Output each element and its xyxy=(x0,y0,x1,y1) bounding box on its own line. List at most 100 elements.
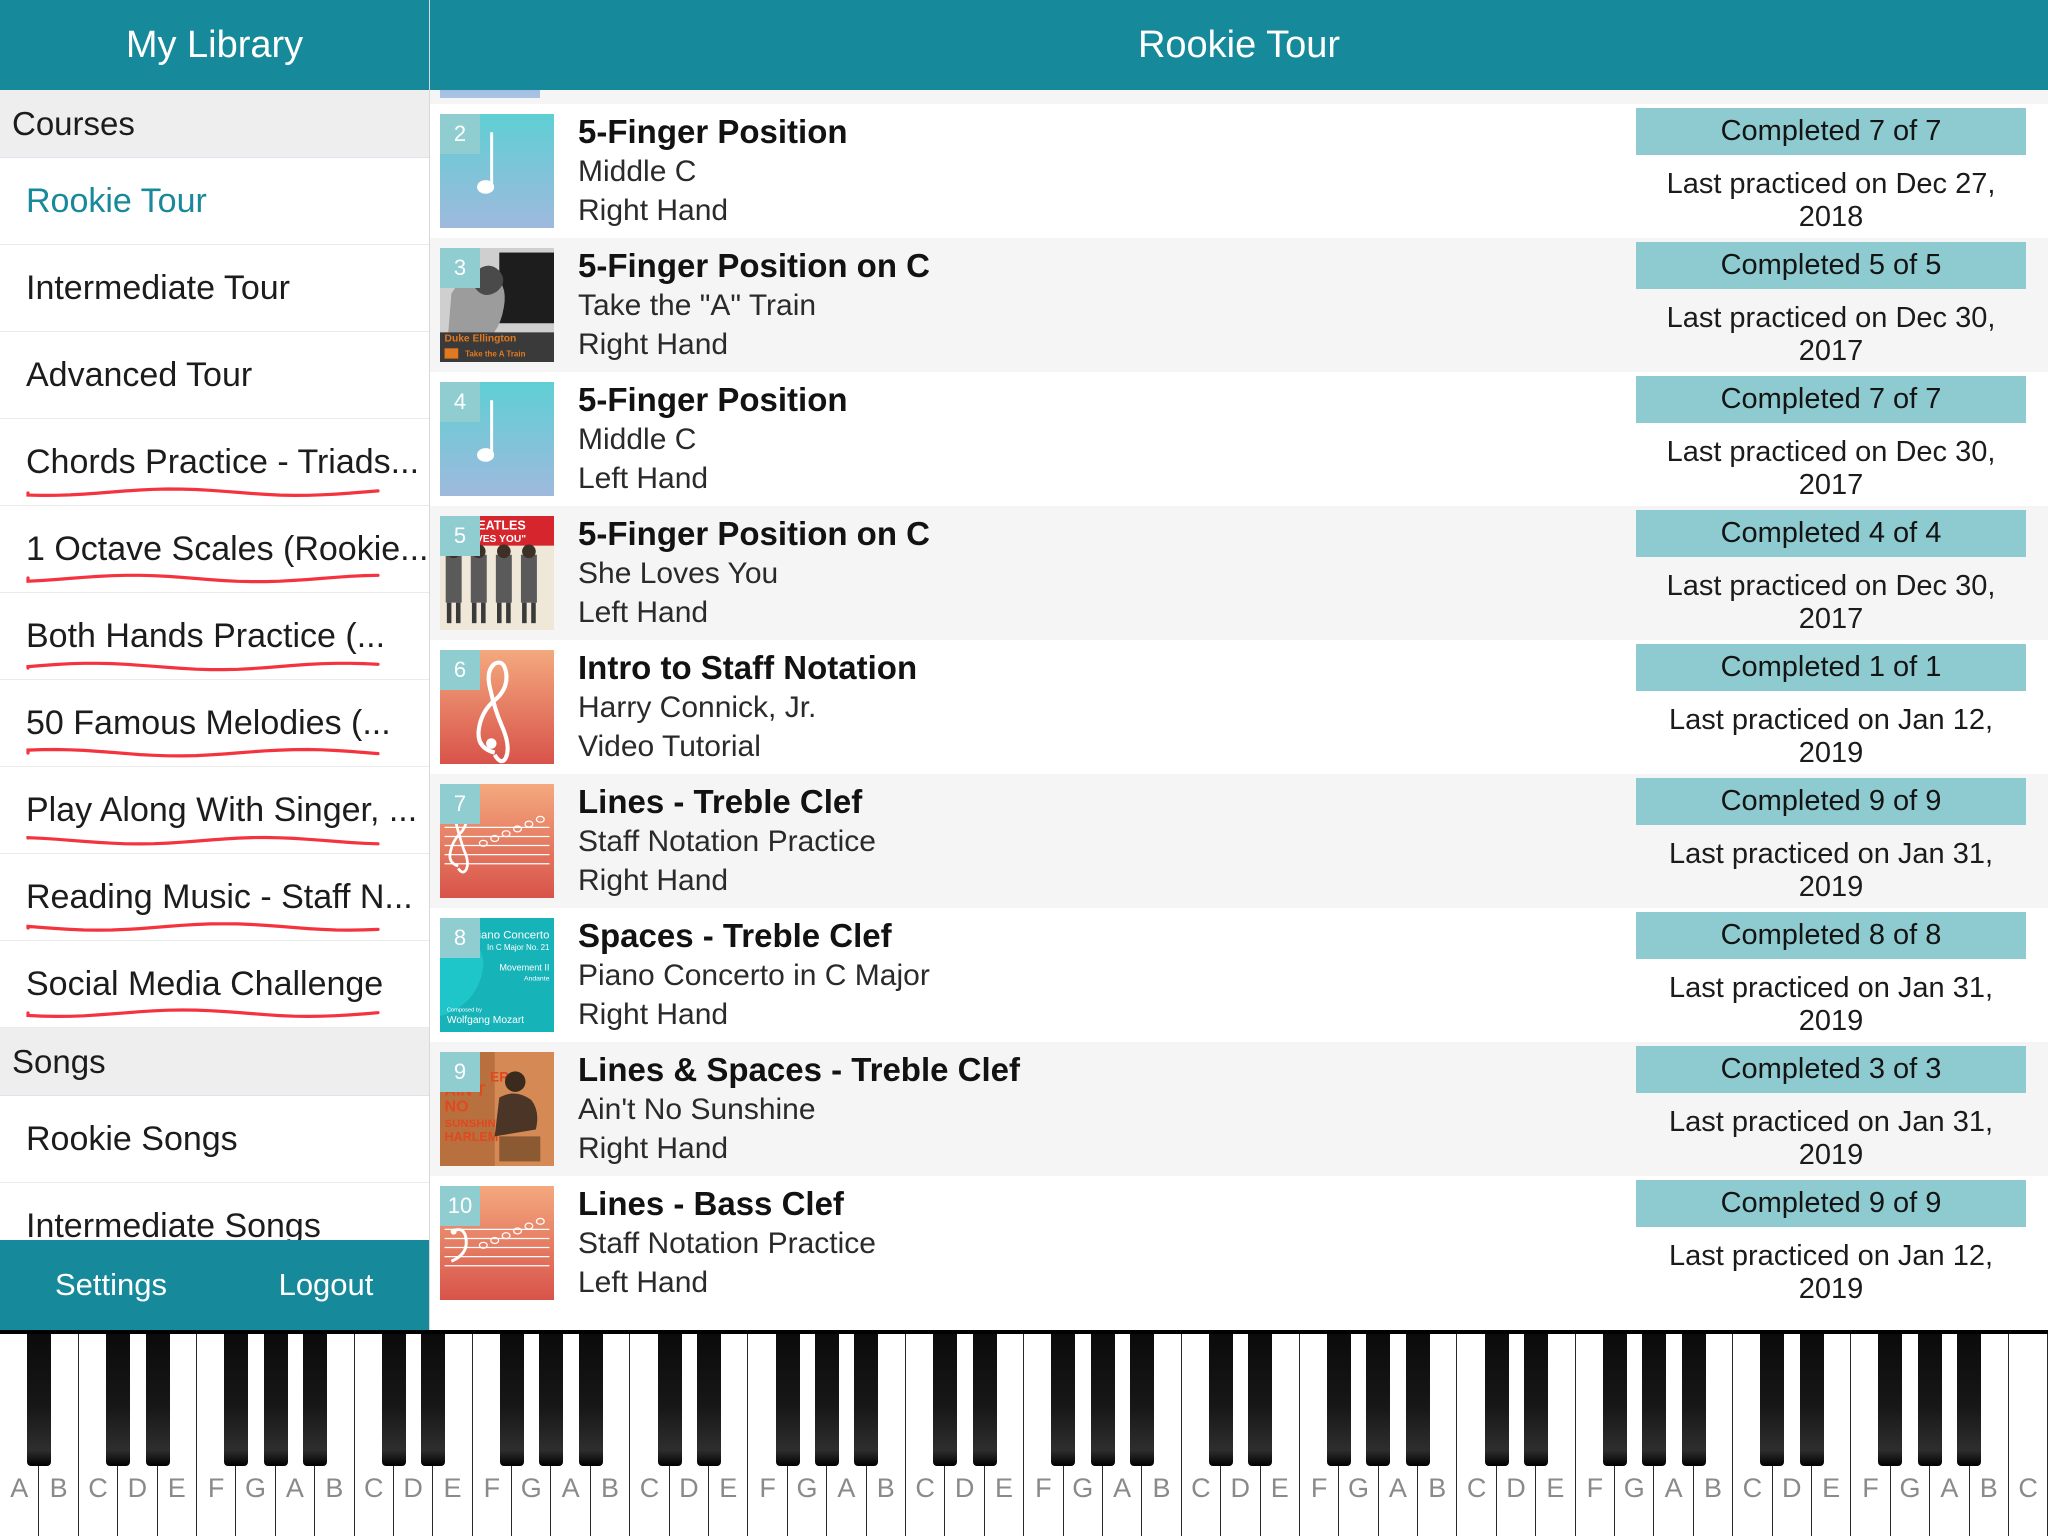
sidebar-item-both-hands-practice[interactable]: Both Hands Practice (... xyxy=(0,593,429,680)
piano-black-key-Gsharp-34[interactable] xyxy=(1366,1334,1391,1466)
last-practiced-label: Last practiced on Jan 31, 2019 xyxy=(1668,1106,1994,1171)
sidebar-item-rookie-songs[interactable]: Rookie Songs xyxy=(0,1096,429,1183)
piano-black-key-Fsharp-33[interactable] xyxy=(1327,1334,1352,1466)
piano-black-key-Gsharp-48[interactable] xyxy=(1917,1334,1942,1466)
logout-button[interactable]: Logout xyxy=(222,1267,429,1303)
lesson-row[interactable]: 6 Intro to Staff Notation Harry Connick, J… xyxy=(430,640,2048,774)
piano-black-key-Fsharp-26[interactable] xyxy=(1051,1334,1076,1466)
sidebar-header: My Library xyxy=(0,0,429,90)
piano-key-label: A xyxy=(285,1473,304,1503)
sidebar-item-label: Reading Music - Staff N... xyxy=(26,877,413,916)
piano-black-key-Asharp-7[interactable] xyxy=(303,1334,328,1466)
piano-black-key-Fsharp-5[interactable] xyxy=(224,1334,249,1466)
piano-key-label: F xyxy=(1035,1473,1052,1503)
lesson-row[interactable]: 2 5-Finger Position Middle C Right Hand Comp… xyxy=(430,104,2048,238)
piano-black-key-Dsharp-31[interactable] xyxy=(1248,1334,1273,1466)
piano-key-label: B xyxy=(1979,1473,1998,1503)
lesson-row[interactable]: Duke Ellington Take the A Train 3 5-Finger … xyxy=(430,238,2048,372)
piano-black-key-Csharp-2[interactable] xyxy=(106,1334,131,1466)
piano-black-key-Gsharp-6[interactable] xyxy=(263,1334,288,1466)
svg-text:Piano Concerto: Piano Concerto xyxy=(471,930,550,942)
lesson-row-partial-top[interactable] xyxy=(430,90,2048,104)
piano-black-key-Dsharp-24[interactable] xyxy=(972,1334,997,1466)
lesson-row[interactable]: 10 Lines - Bass Clef Staff Notation Practi… xyxy=(430,1176,2048,1310)
lesson-row[interactable]: AIN'TNOSUNSHINEHARLEMERS9 Lines & Spaces … xyxy=(430,1042,2048,1176)
piano-black-key-Asharp-35[interactable] xyxy=(1405,1334,1430,1466)
piano-black-key-Fsharp-12[interactable] xyxy=(500,1334,524,1466)
sidebar-item-chords-practice-triads[interactable]: Chords Practice - Triads... xyxy=(0,419,429,506)
piano-keyboard[interactable]: ABCDEFGABCDEFGABCDEFGABCDEFGABCDEFGABCDE… xyxy=(0,1330,2048,1536)
lesson-list: 2 5-Finger Position Middle C Right Hand Comp… xyxy=(430,104,2048,1310)
lesson-title: Lines & Spaces - Treble Clef xyxy=(578,1050,1020,1088)
piano-black-key-Gsharp-20[interactable] xyxy=(815,1334,840,1466)
lesson-row[interactable]: 4 5-Finger Position Middle C Left Hand Compl… xyxy=(430,372,2048,506)
piano-key-label: D xyxy=(1230,1473,1251,1503)
piano-black-key-Dsharp-10[interactable] xyxy=(421,1334,446,1466)
sidebar-item-reading-music-staff-n[interactable]: Reading Music - Staff N... xyxy=(0,854,429,941)
lesson-row[interactable]: Piano Concerto In C Major No. 21 Movement … xyxy=(430,908,2048,1042)
lesson-row[interactable]: BEATLES OVES YOU" 5 5-Finger Position on C S… xyxy=(430,506,2048,640)
sidebar-item-social-media-challenge[interactable]: Social Media Challenge xyxy=(0,941,429,1028)
piano-black-key-Asharp-21[interactable] xyxy=(854,1334,879,1466)
sidebar-item-intermediate-tour[interactable]: Intermediate Tour xyxy=(0,245,429,332)
piano-key-label: G xyxy=(796,1473,818,1503)
piano-black-key-Csharp-23[interactable] xyxy=(933,1334,958,1466)
sidebar-item-50-famous-melodies[interactable]: 50 Famous Melodies (... xyxy=(0,680,429,767)
sidebar-item-label: Rookie Tour xyxy=(26,181,207,220)
completed-badge: Completed 9 of 9 xyxy=(1636,1180,2026,1227)
lesson-hand-label: Video Tutorial xyxy=(578,730,761,764)
piano-black-key-Asharp-42[interactable] xyxy=(1681,1334,1706,1466)
completed-badge: Completed 8 of 8 xyxy=(1636,912,2026,959)
piano-black-key-Asharp-49[interactable] xyxy=(1957,1334,1982,1466)
piano-black-key-Fsharp-19[interactable] xyxy=(775,1334,800,1466)
sidebar-item-play-along-with-singer[interactable]: Play Along With Singer, ... xyxy=(0,767,429,854)
settings-button[interactable]: Settings xyxy=(0,1267,222,1303)
piano-key-label: A xyxy=(1113,1473,1132,1503)
piano-black-key-Gsharp-13[interactable] xyxy=(539,1334,564,1466)
piano-black-key-Dsharp-3[interactable] xyxy=(145,1334,170,1466)
lesson-subtitle: Staff Notation Practice xyxy=(578,825,876,859)
piano-key-label: B xyxy=(1428,1473,1447,1503)
svg-text:Composed by: Composed by xyxy=(447,1007,482,1013)
piano-black-key-Csharp-37[interactable] xyxy=(1484,1334,1509,1466)
piano-black-key-Gsharp-27[interactable] xyxy=(1090,1334,1115,1466)
lesson-title: Spaces - Treble Clef xyxy=(578,916,892,954)
sidebar-footer: Settings Logout xyxy=(0,1240,429,1330)
piano-key-label: F xyxy=(1862,1473,1879,1503)
piano-key-label: A xyxy=(1388,1473,1407,1503)
piano-key-label: F xyxy=(1586,1473,1604,1503)
lesson-number-badge: 10 xyxy=(440,1186,480,1226)
piano-black-key-Fsharp-40[interactable] xyxy=(1602,1334,1627,1466)
sidebar-item-label: Intermediate Tour xyxy=(26,268,290,307)
lesson-text-block: 5-Finger Position on C Take the "A" Train… xyxy=(578,247,1636,364)
piano-black-key-Asharp-28[interactable] xyxy=(1130,1334,1155,1466)
piano-black-key-Asharp-14[interactable] xyxy=(578,1334,603,1466)
piano-black-key-Dsharp-38[interactable] xyxy=(1524,1334,1548,1466)
piano-key-label: G xyxy=(520,1473,542,1503)
piano-black-key-Csharp-30[interactable] xyxy=(1208,1334,1233,1466)
piano-key-label: G xyxy=(245,1473,267,1503)
piano-key-label: B xyxy=(1703,1473,1722,1503)
piano-black-key-Csharp-16[interactable] xyxy=(657,1334,682,1466)
piano-black-key-Csharp-44[interactable] xyxy=(1760,1334,1785,1466)
piano-black-key-Dsharp-17[interactable] xyxy=(696,1334,721,1466)
lesson-number-badge: 4 xyxy=(440,382,480,422)
lesson-hand-label: Left Hand xyxy=(578,596,709,630)
sidebar: My Library Courses Rookie Tour Intermediat… xyxy=(0,0,430,1330)
lesson-text-block: 5-Finger Position on C She Loves You Left … xyxy=(578,515,1636,632)
sidebar-item-rookie-tour[interactable]: Rookie Tour xyxy=(0,158,429,245)
piano-black-key-Asharp-0[interactable] xyxy=(27,1334,52,1466)
lesson-subtitle: Piano Concerto in C Major xyxy=(578,959,930,993)
lesson-number-badge: 9 xyxy=(440,1052,480,1092)
sidebar-item-advanced-tour[interactable]: Advanced Tour xyxy=(0,332,429,419)
lesson-thumbnail: AIN'TNOSUNSHINEHARLEMERS9 xyxy=(440,1052,554,1166)
lesson-number-badge: 3 xyxy=(440,248,480,288)
piano-black-key-Csharp-9[interactable] xyxy=(381,1334,406,1466)
lesson-row[interactable]: 7 Lines - Treble Clef Staff Notation Pract… xyxy=(430,774,2048,908)
piano-black-key-Dsharp-45[interactable] xyxy=(1799,1334,1824,1466)
piano-key-label: C xyxy=(915,1473,935,1503)
lesson-status-block: Completed 7 of 7 Last practiced on Dec 27… xyxy=(1636,108,2026,234)
sidebar-item-1-octave-scales-rookie[interactable]: 1 Octave Scales (Rookie... xyxy=(0,506,429,593)
piano-black-key-Gsharp-41[interactable] xyxy=(1642,1334,1667,1466)
piano-black-key-Fsharp-47[interactable] xyxy=(1878,1334,1903,1466)
